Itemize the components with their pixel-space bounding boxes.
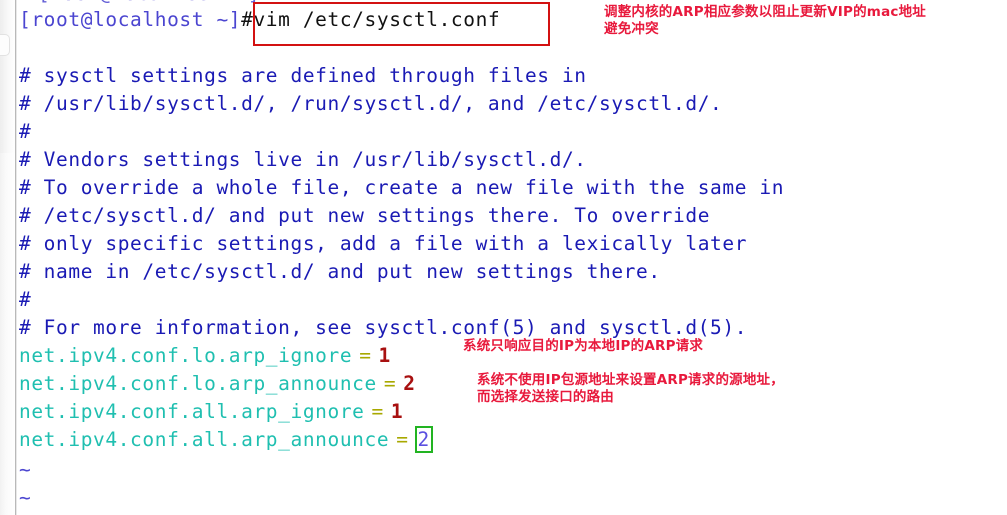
setting-key: net.ipv4.conf.lo.arp_announce [19, 372, 377, 395]
setting-key: net.ipv4.conf.lo.arp_ignore [19, 344, 353, 367]
comment-line: # [19, 120, 32, 143]
annotation-arp-announce: 系统不使用IP包源地址来设置ARP请求的源地址， 而选择发送接口的路由 [477, 372, 784, 405]
comment-line: # /etc/sysctl.d/ and put new settings th… [19, 204, 711, 227]
comment-line: # To override a whole file, create a new… [19, 176, 785, 199]
comment-line: # only specific settings, add a file wit… [19, 232, 748, 255]
comment-line: # name in /etc/sysctl.d/ and put new set… [19, 260, 661, 283]
terminal-text-area[interactable]: [root@localhost ~] # [root@localhost ~]#v… [19, 0, 1007, 515]
setting-line: net.ipv4.conf.all.arp_ignore = 1 [19, 398, 403, 426]
text-cursor[interactable]: 2 [414, 426, 433, 453]
gutter-tab-handle[interactable] [0, 34, 10, 56]
empty-line-marker: ~ [19, 458, 32, 481]
setting-equals: = [383, 372, 397, 395]
scrollbar-divider-inner [16, 0, 17, 515]
setting-key: net.ipv4.conf.all.arp_ignore [19, 400, 365, 423]
setting-line: net.ipv4.conf.lo.arp_ignore = 1 [19, 342, 391, 370]
comment-line: # [19, 288, 32, 311]
setting-equals: = [371, 400, 384, 423]
terminal-screenshot: [root@localhost ~] # [root@localhost ~]#v… [0, 0, 1007, 515]
annotation-arp-ignore: 系统只响应目的IP为本地IP的ARP请求 [463, 338, 704, 354]
setting-line: net.ipv4.conf.all.arp_announce = 2 [19, 426, 433, 454]
empty-line-marker: ~ [19, 486, 32, 509]
setting-equals: = [359, 344, 372, 367]
setting-line: net.ipv4.conf.lo.arp_announce = 2 [19, 370, 416, 398]
comment-line: # Vendors settings live in /usr/lib/sysc… [19, 148, 587, 171]
setting-value: 2 [403, 372, 416, 395]
annotation-kernel-arp: 调整内核的ARP相应参数以阻止更新VIP的mac地址 避免冲突 [604, 4, 926, 37]
setting-key: net.ipv4.conf.all.arp_announce [19, 428, 390, 451]
shell-prompt: [root@localhost ~] [19, 8, 242, 31]
comment-line: # /usr/lib/sysctl.d/, /run/sysctl.d/, an… [19, 92, 723, 115]
setting-value: 1 [390, 400, 404, 423]
prompt-line: [root@localhost ~]#vim /etc/sysctl.conf [19, 6, 500, 34]
vertical-scrollbar[interactable] [0, 0, 15, 515]
setting-value: 1 [378, 344, 391, 367]
shell-command: #vim /etc/sysctl.conf [241, 8, 501, 31]
scrollbar-thumb[interactable] [0, 0, 15, 153]
setting-equals: = [396, 428, 409, 451]
comment-line: # sysctl settings are defined through fi… [19, 64, 587, 87]
